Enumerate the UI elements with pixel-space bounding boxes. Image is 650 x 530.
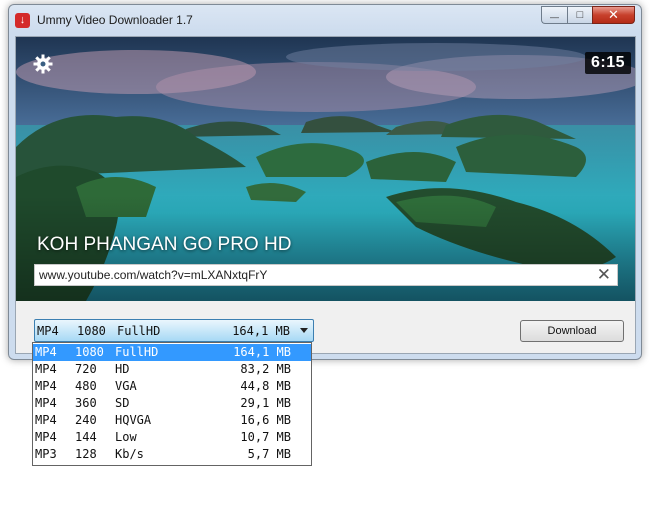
format-option[interactable]: MP3 128 Kb/s 5,7 MB (33, 446, 311, 463)
option-quality: FullHD (115, 345, 159, 359)
maximize-button[interactable]: □ (567, 6, 592, 24)
url-input[interactable]: www.youtube.com/watch?v=mLXANxtqFrY ✕ (34, 264, 618, 286)
option-format: MP4 (35, 413, 57, 427)
option-format: MP4 (35, 379, 57, 393)
option-resolution: 360 (75, 396, 97, 410)
option-quality: SD (115, 396, 130, 410)
option-resolution: 1080 (75, 345, 104, 359)
gear-icon[interactable] (32, 53, 54, 75)
option-format: MP4 (35, 430, 57, 444)
option-quality: HD (115, 362, 130, 376)
format-select[interactable]: MP4 1080 FullHD 164,1 MB (34, 319, 314, 342)
option-size: 44,8 MB (240, 379, 291, 393)
option-quality: HQVGA (115, 413, 152, 427)
option-format: MP4 (35, 362, 57, 376)
format-option[interactable]: MP4 480 VGA 44,8 MB (33, 378, 311, 395)
window-title: Ummy Video Downloader 1.7 (37, 13, 193, 27)
maximize-icon: □ (576, 9, 584, 21)
option-size: 83,2 MB (240, 362, 291, 376)
option-format: MP4 (35, 396, 57, 410)
option-resolution: 720 (75, 362, 97, 376)
gear-icon-graphic (33, 54, 53, 74)
format-select-value: MP4 1080 FullHD 164,1 MB (35, 320, 313, 341)
download-button[interactable]: Download (520, 320, 624, 342)
option-quality: VGA (115, 379, 137, 393)
option-size: 10,7 MB (240, 430, 291, 444)
selected-size: 164,1 MB (232, 324, 290, 338)
format-option[interactable]: MP4 144 Low 10,7 MB (33, 429, 311, 446)
format-option[interactable]: MP4 360 SD 29,1 MB (33, 395, 311, 412)
minimize-icon: — (550, 12, 559, 22)
title-bar[interactable]: ↓ Ummy Video Downloader 1.7 — □ ✕ (9, 5, 641, 35)
video-duration: 6:15 (584, 52, 631, 74)
option-resolution: 240 (75, 413, 97, 427)
option-resolution: 144 (75, 430, 97, 444)
selected-quality: FullHD (117, 324, 161, 338)
chevron-down-icon[interactable] (300, 328, 308, 333)
option-resolution: 128 (75, 447, 97, 461)
option-format: MP4 (35, 345, 57, 359)
close-window-icon: ✕ (608, 7, 619, 22)
option-quality: Kb/s (115, 447, 144, 461)
close-button[interactable]: ✕ (592, 6, 635, 24)
app-window: ↓ Ummy Video Downloader 1.7 — □ ✕ 6:15 K… (8, 4, 642, 360)
url-input-value: www.youtube.com/watch?v=mLXANxtqFrY (39, 268, 268, 282)
format-option[interactable]: MP4 720 HD 83,2 MB (33, 361, 311, 378)
video-title: KOH PHANGAN GO PRO HD (37, 234, 292, 255)
selected-format: MP4 (37, 324, 59, 338)
option-size: 164,1 MB (233, 345, 291, 359)
option-size: 16,6 MB (240, 413, 291, 427)
window-controls: — □ ✕ (541, 6, 635, 25)
close-icon[interactable]: ✕ (597, 266, 611, 284)
selected-resolution: 1080 (77, 324, 106, 338)
main-panel: 6:15 KOH PHANGAN GO PRO HD www.youtube.c… (15, 36, 636, 354)
option-resolution: 480 (75, 379, 97, 393)
format-dropdown-list: MP4 1080 FullHD 164,1 MB MP4 720 HD 83,2… (32, 342, 312, 466)
option-size: 5,7 MB (247, 447, 291, 461)
ummy-download-icon: ↓ (15, 13, 30, 28)
option-format: MP3 (35, 447, 57, 461)
format-option[interactable]: MP4 240 HQVGA 16,6 MB (33, 412, 311, 429)
format-option[interactable]: MP4 1080 FullHD 164,1 MB (33, 344, 311, 361)
option-size: 29,1 MB (240, 396, 291, 410)
option-quality: Low (115, 430, 137, 444)
thumbnail-image (16, 37, 635, 301)
video-thumbnail: 6:15 KOH PHANGAN GO PRO HD www.youtube.c… (16, 37, 635, 301)
minimize-button[interactable]: — (541, 6, 567, 24)
